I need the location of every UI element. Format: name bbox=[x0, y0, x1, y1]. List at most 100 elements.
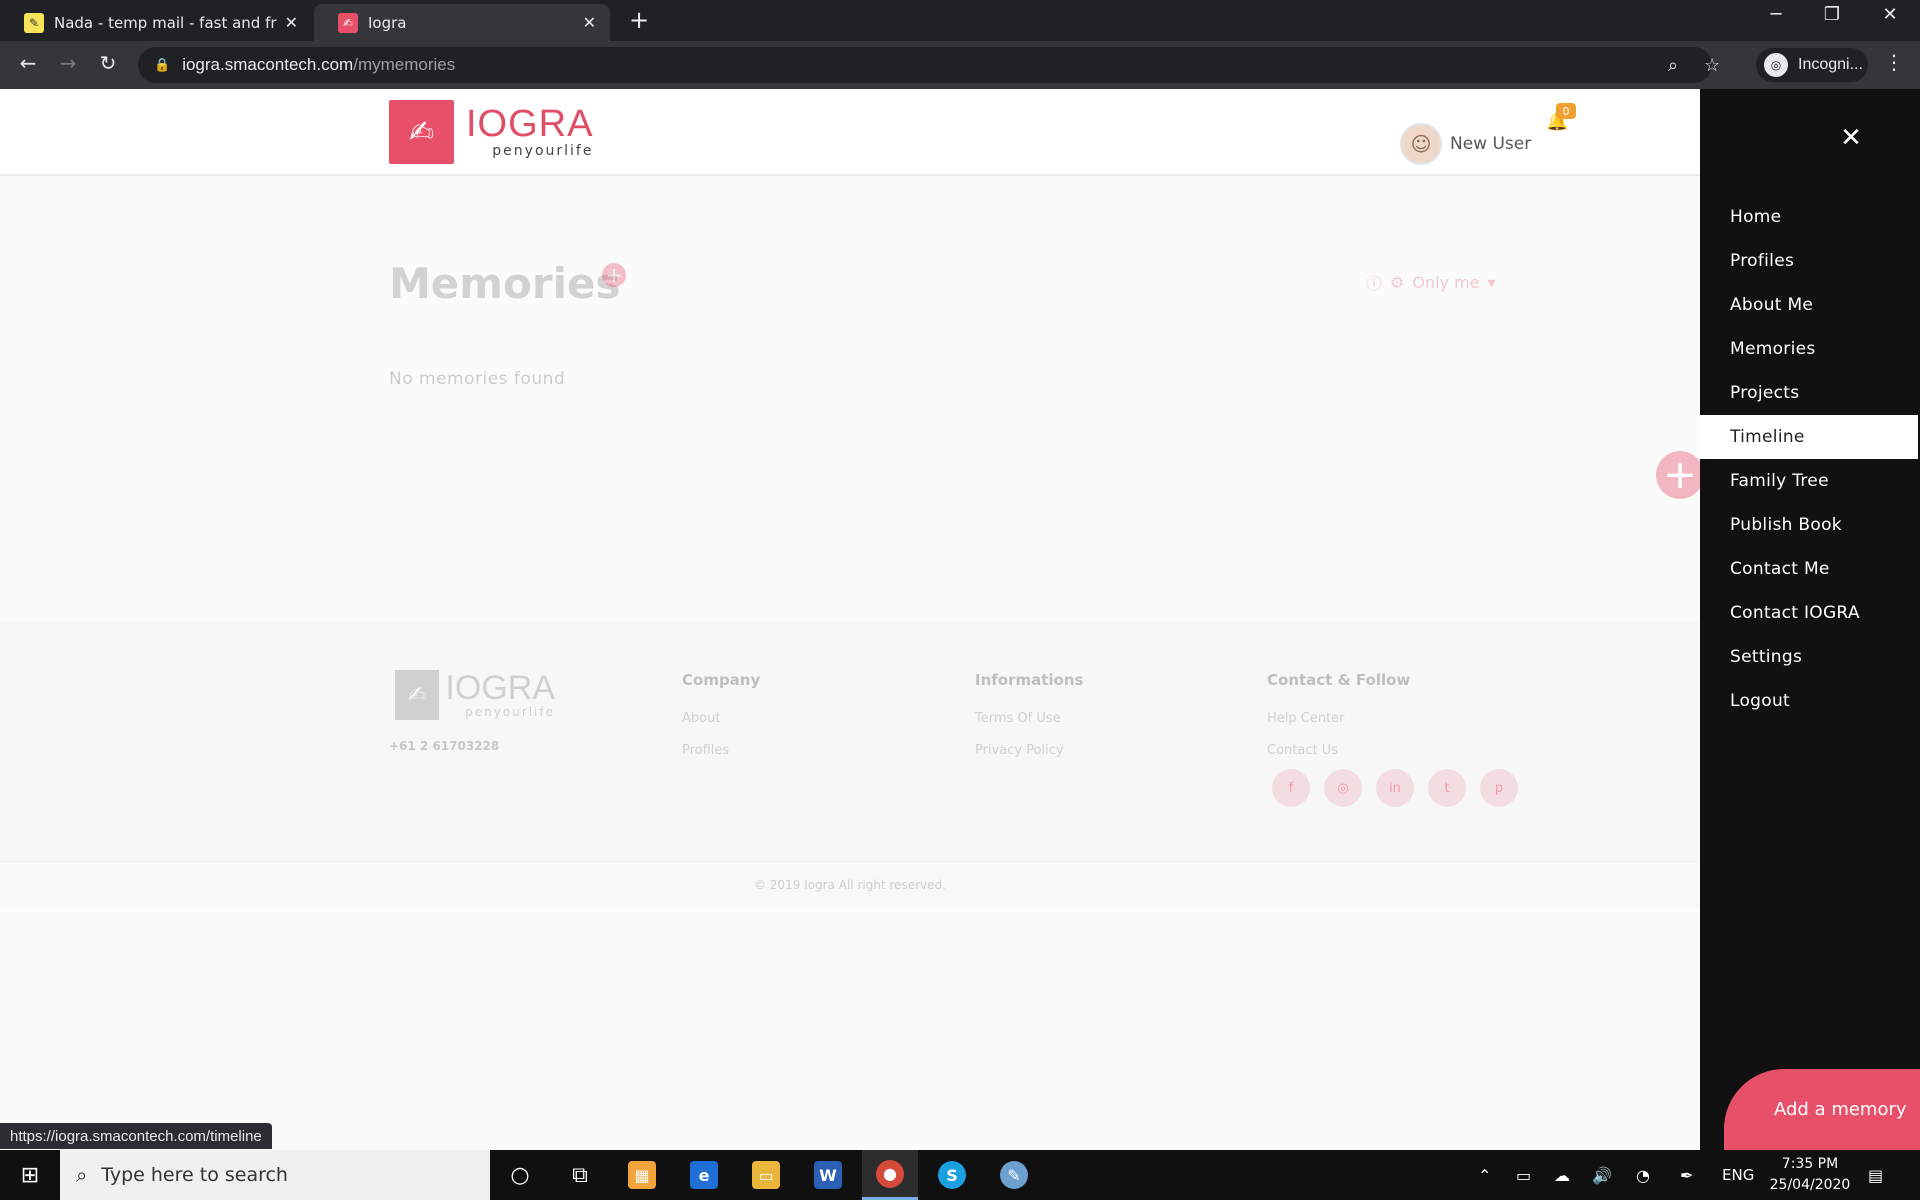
footer-link-profiles[interactable]: Profiles bbox=[682, 743, 760, 758]
logo-tagline: penyourlife bbox=[492, 143, 594, 159]
footer-heading: Company bbox=[682, 671, 761, 689]
avatar: ☺ bbox=[1400, 123, 1442, 165]
menu-item-projects[interactable]: Projects bbox=[1700, 371, 1918, 415]
footer-column-informations: Informations Terms Of Use Privacy Policy bbox=[975, 671, 1083, 775]
status-url-tooltip: https://iogra.smacontech.com/timeline bbox=[0, 1123, 272, 1149]
menu-item-family-tree[interactable]: Family Tree bbox=[1700, 459, 1918, 503]
back-icon[interactable]: ← bbox=[14, 51, 42, 75]
footer-link-contact[interactable]: Contact Us bbox=[1267, 743, 1410, 758]
facebook-icon[interactable]: f bbox=[1272, 769, 1310, 807]
logo-brand: IOGRA bbox=[466, 103, 594, 145]
footer-link-help[interactable]: Help Center bbox=[1267, 711, 1410, 726]
menu-item-timeline[interactable]: Timeline bbox=[1700, 415, 1918, 459]
windows-start-icon[interactable]: ⊞ bbox=[0, 1150, 60, 1200]
pinterest-icon[interactable]: p bbox=[1480, 769, 1518, 807]
tab-close-icon[interactable]: ✕ bbox=[285, 13, 298, 32]
language-indicator[interactable]: ENG bbox=[1722, 1150, 1754, 1200]
privacy-label: Only me bbox=[1412, 272, 1480, 292]
caret-down-icon: ▾ bbox=[1487, 272, 1496, 292]
linkedin-icon[interactable]: in bbox=[1376, 769, 1414, 807]
footer-logo[interactable]: ✍ IOGRA penyourlife bbox=[395, 669, 555, 721]
browser-menu-icon[interactable]: ⋮ bbox=[1884, 50, 1904, 74]
footer-heading: Informations bbox=[975, 671, 1084, 689]
footer-logo-brand: IOGRA bbox=[445, 669, 555, 707]
menu-item-memories[interactable]: Memories bbox=[1700, 327, 1918, 371]
menu-item-about-me[interactable]: About Me bbox=[1700, 283, 1918, 327]
address-bar[interactable]: 🔒 iogra.smacontech.com/mymemories ⌕ ☆ bbox=[138, 47, 1720, 83]
browser-toolbar: ← → ↻ 🔒 iogra.smacontech.com/mymemories … bbox=[0, 41, 1920, 89]
twitter-icon[interactable]: t bbox=[1428, 769, 1466, 807]
tab-title: Nada - temp mail - fast and free bbox=[54, 13, 277, 32]
cortana-icon[interactable]: ○ bbox=[492, 1150, 548, 1200]
notifications-icon[interactable]: ▤ bbox=[1868, 1150, 1883, 1200]
notification-count-badge: 0 bbox=[1556, 103, 1576, 119]
copyright: © 2019 Iogra All right reserved. bbox=[0, 861, 1700, 907]
floating-add-button[interactable]: + bbox=[1656, 451, 1704, 499]
store-icon[interactable]: ▦ bbox=[614, 1150, 670, 1200]
close-window-icon[interactable]: ✕ bbox=[1870, 4, 1910, 25]
windows-taskbar: ⊞ ⌕ Type here to search ○ ⧉ ▦ e ▭ W ● S … bbox=[0, 1150, 1920, 1200]
footer-link-terms[interactable]: Terms Of Use bbox=[975, 711, 1083, 726]
menu-item-publish-book[interactable]: Publish Book bbox=[1700, 503, 1918, 547]
menu-item-logout[interactable]: Logout bbox=[1700, 679, 1918, 723]
reload-icon[interactable]: ↻ bbox=[94, 51, 122, 75]
battery-icon[interactable]: ▭ bbox=[1516, 1150, 1531, 1200]
page-viewport: ✍ IOGRA penyourlife ☺ New User 🔔 0 Memor… bbox=[0, 89, 1920, 1150]
add-memory-button[interactable]: Add a memory bbox=[1724, 1069, 1920, 1150]
incognito-profile-button[interactable]: ◎ Incogni... bbox=[1756, 48, 1868, 82]
forward-icon[interactable]: → bbox=[54, 51, 82, 75]
privacy-selector[interactable]: ⓘ ⚙ Only me ▾ bbox=[1366, 270, 1504, 294]
social-links: f ◎ in t p bbox=[1272, 769, 1532, 807]
zoom-icon[interactable]: ⌕ bbox=[1668, 47, 1678, 83]
onedrive-icon[interactable]: ☁ bbox=[1554, 1150, 1570, 1200]
logo-pen-icon: ✍ bbox=[389, 100, 454, 164]
clock[interactable]: 7:35 PM 25/04/2020 bbox=[1760, 1154, 1860, 1196]
footer-phone: +61 2 61703228 bbox=[389, 739, 500, 753]
user-menu[interactable]: ☺ New User bbox=[1400, 123, 1531, 165]
tray-chevron-icon[interactable]: ⌃ bbox=[1478, 1150, 1491, 1200]
paint-icon[interactable]: ✎ bbox=[986, 1150, 1042, 1200]
clock-date: 25/04/2020 bbox=[1769, 1177, 1851, 1193]
tab-close-icon[interactable]: ✕ bbox=[583, 13, 596, 32]
word-icon[interactable]: W bbox=[800, 1150, 856, 1200]
add-memory-plus-icon[interactable]: + bbox=[602, 263, 626, 287]
footer-column-contact: Contact & Follow Help Center Contact Us bbox=[1267, 671, 1410, 775]
skype-icon[interactable]: S bbox=[924, 1150, 980, 1200]
footer-link-about[interactable]: About bbox=[682, 711, 760, 726]
incognito-icon: ◎ bbox=[1764, 53, 1788, 77]
menu-item-contact-me[interactable]: Contact Me bbox=[1700, 547, 1918, 591]
task-view-icon[interactable]: ⧉ bbox=[552, 1150, 608, 1200]
menu-item-settings[interactable]: Settings bbox=[1700, 635, 1918, 679]
file-explorer-icon[interactable]: ▭ bbox=[738, 1150, 794, 1200]
lock-icon: 🔒 bbox=[154, 57, 171, 72]
new-tab-button[interactable]: + bbox=[624, 6, 654, 34]
footer-heading: Contact & Follow bbox=[1267, 671, 1411, 689]
minimize-icon[interactable]: ─ bbox=[1756, 4, 1796, 25]
tab-iogra[interactable]: ✍ Iogra ✕ bbox=[314, 4, 610, 41]
menu-item-contact-iogra[interactable]: Contact IOGRA bbox=[1700, 591, 1918, 635]
footer-logo-pen-icon: ✍ bbox=[395, 670, 440, 720]
pen-icon[interactable]: ✒ bbox=[1680, 1150, 1693, 1200]
chrome-icon[interactable]: ● bbox=[862, 1150, 918, 1200]
browser-tabstrip: ✎ Nada - temp mail - fast and free ✕ ✍ I… bbox=[0, 0, 1920, 41]
volume-icon[interactable]: 🔊 bbox=[1592, 1150, 1612, 1200]
gear-icon: ⚙ bbox=[1390, 272, 1405, 292]
site-logo[interactable]: ✍ IOGRA penyourlife bbox=[389, 99, 607, 165]
clock-time: 7:35 PM bbox=[1781, 1156, 1839, 1172]
page-title: Memories bbox=[389, 259, 621, 308]
footer-link-privacy[interactable]: Privacy Policy bbox=[975, 743, 1083, 758]
info-icon: ⓘ bbox=[1366, 274, 1383, 293]
edge-icon[interactable]: e bbox=[676, 1150, 732, 1200]
taskbar-search[interactable]: ⌕ Type here to search bbox=[60, 1150, 490, 1200]
tab-nada[interactable]: ✎ Nada - temp mail - fast and free ✕ bbox=[0, 4, 312, 41]
search-placeholder: Type here to search bbox=[101, 1164, 288, 1186]
menu-item-profiles[interactable]: Profiles bbox=[1700, 239, 1918, 283]
user-name: New User bbox=[1450, 134, 1532, 154]
bookmark-star-icon[interactable]: ☆ bbox=[1704, 47, 1720, 83]
close-menu-icon[interactable]: ✕ bbox=[1838, 123, 1864, 153]
instagram-icon[interactable]: ◎ bbox=[1324, 769, 1362, 807]
menu-item-home[interactable]: Home bbox=[1700, 195, 1918, 239]
wifi-icon[interactable]: ◔ bbox=[1636, 1150, 1650, 1200]
restore-icon[interactable]: ❐ bbox=[1812, 4, 1852, 25]
side-menu-list: Home Profiles About Me Memories Projects… bbox=[1700, 195, 1918, 723]
